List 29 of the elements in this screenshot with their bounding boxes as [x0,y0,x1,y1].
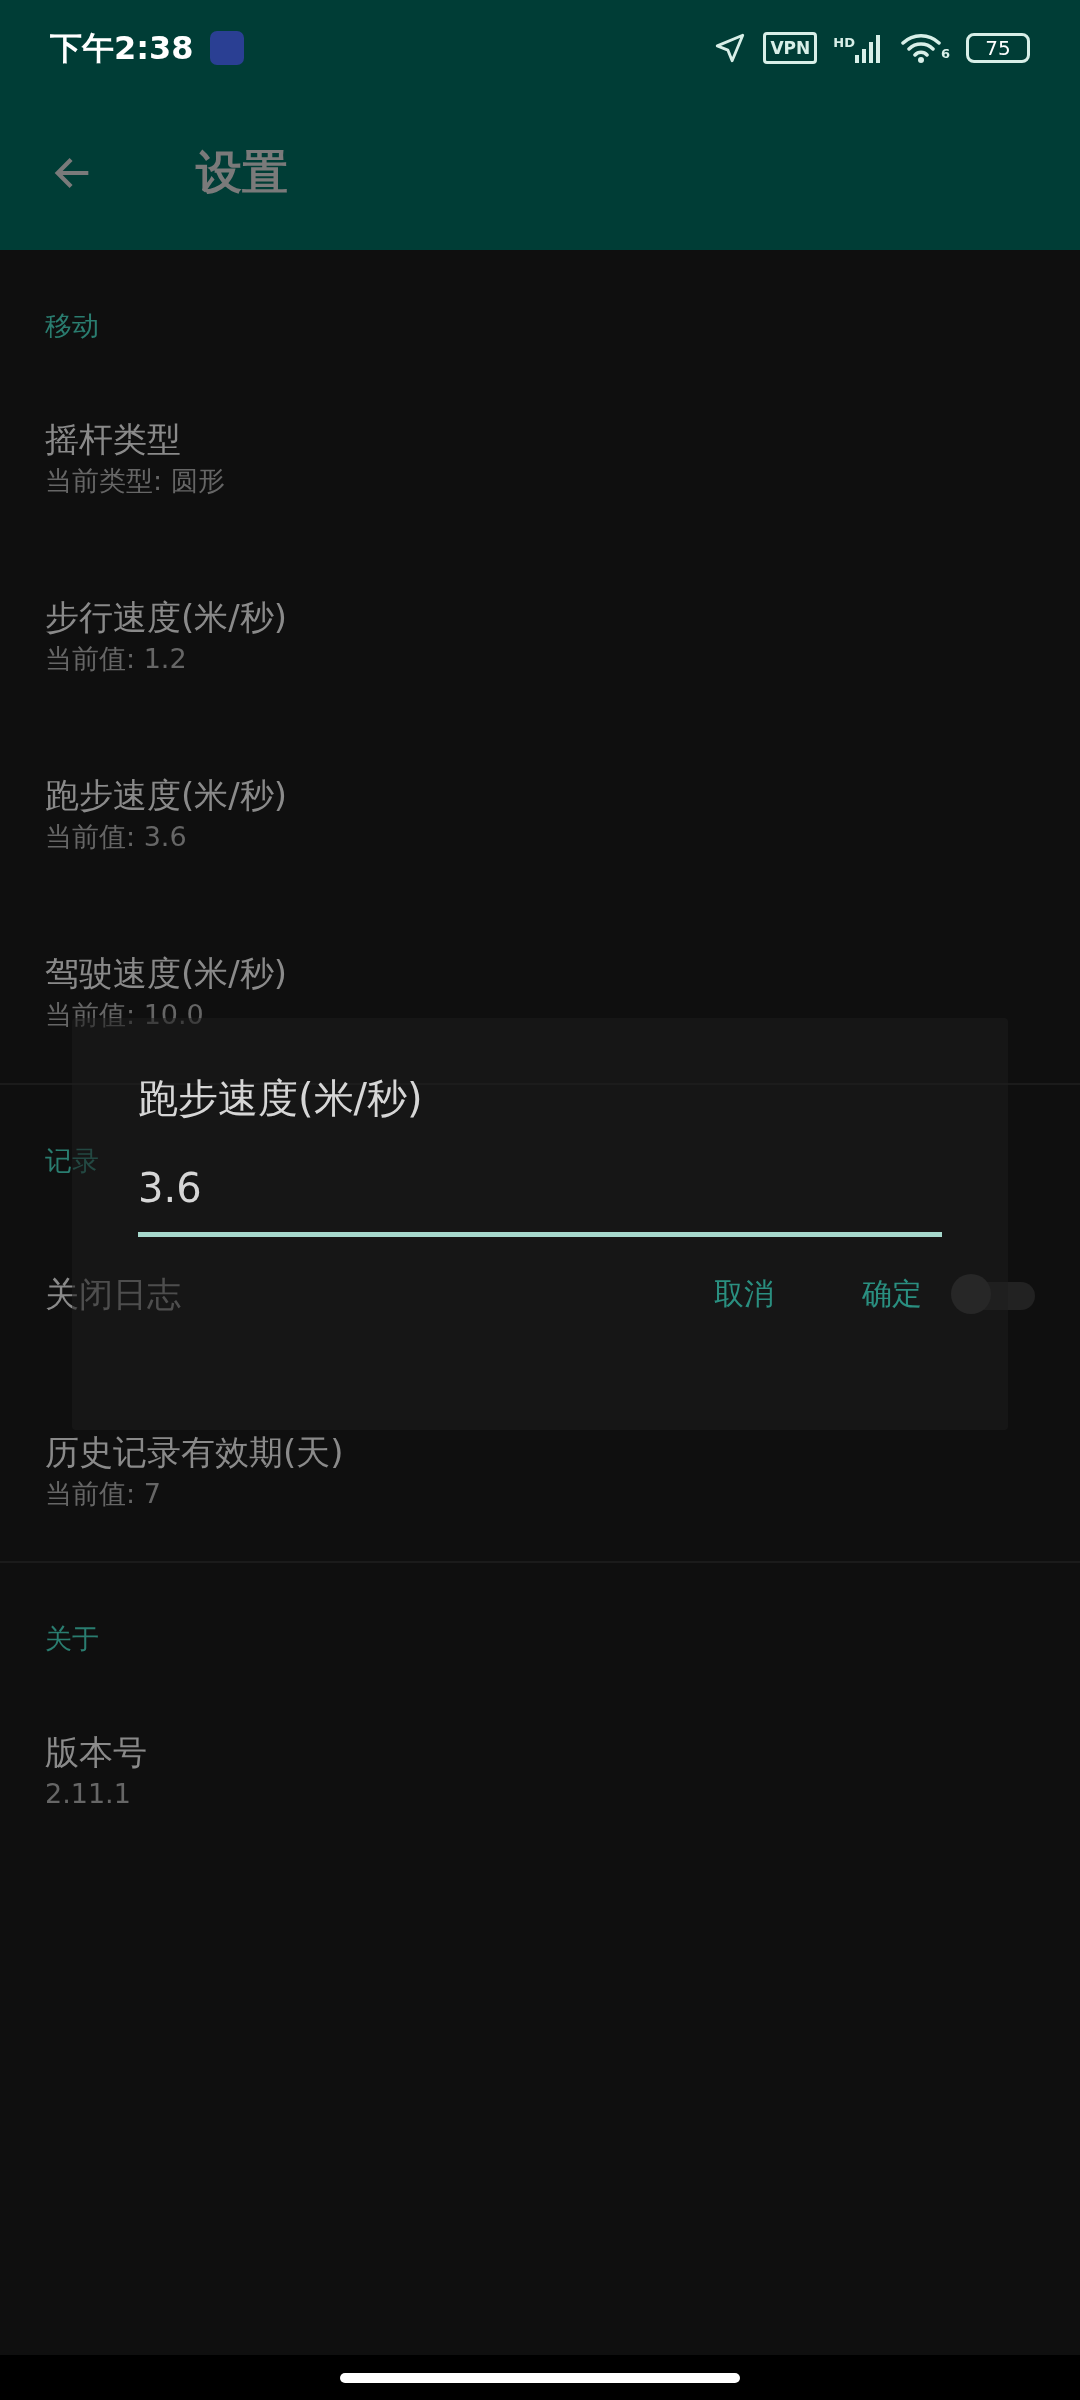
setting-summary: 当前值: 7 [45,1476,161,1511]
setting-summary: 当前值: 10.0 [45,998,204,1033]
vpn-badge: VPN [763,31,818,64]
toggle-switch[interactable] [951,1274,1035,1314]
setting-title: 跑步速度(米/秒) [45,774,287,818]
setting-title: 历史记录有效期(天) [45,1430,344,1474]
section-header: 关于 [45,1622,99,1656]
dialog-title: 跑步速度(米/秒) [138,1074,424,1123]
setting-title: 驾驶速度(米/秒) [45,952,287,996]
setting-summary: 当前值: 3.6 [45,820,187,855]
input-field[interactable]: 3.6 [138,1128,942,1237]
dialog-button[interactable]: 取消 [694,1261,794,1326]
home-indicator[interactable] [340,2373,740,2383]
battery-indicator: 75 [966,32,1030,63]
setting-summary: 当前类型: 圆形 [45,464,225,499]
setting-title: 摇杆类型 [45,418,181,462]
setting-title: 关闭日志 [45,1272,181,1316]
app-notification-icon [209,30,244,65]
wifi-icon [900,31,941,64]
setting-title: 步行速度(米/秒) [45,596,287,640]
status-time: 下午2:38 [50,27,194,69]
setting-summary: 2.11.1 [45,1777,131,1812]
setting-summary: 当前值: 1.2 [45,642,187,677]
network-type: HD [833,33,855,52]
dialog-button[interactable]: 确定 [842,1261,942,1326]
setting-title: 版本号 [45,1731,147,1775]
wifi-band-label: 6 [940,45,950,63]
screen-title: 设置 [196,144,288,201]
section-header: 移动 [45,309,99,343]
